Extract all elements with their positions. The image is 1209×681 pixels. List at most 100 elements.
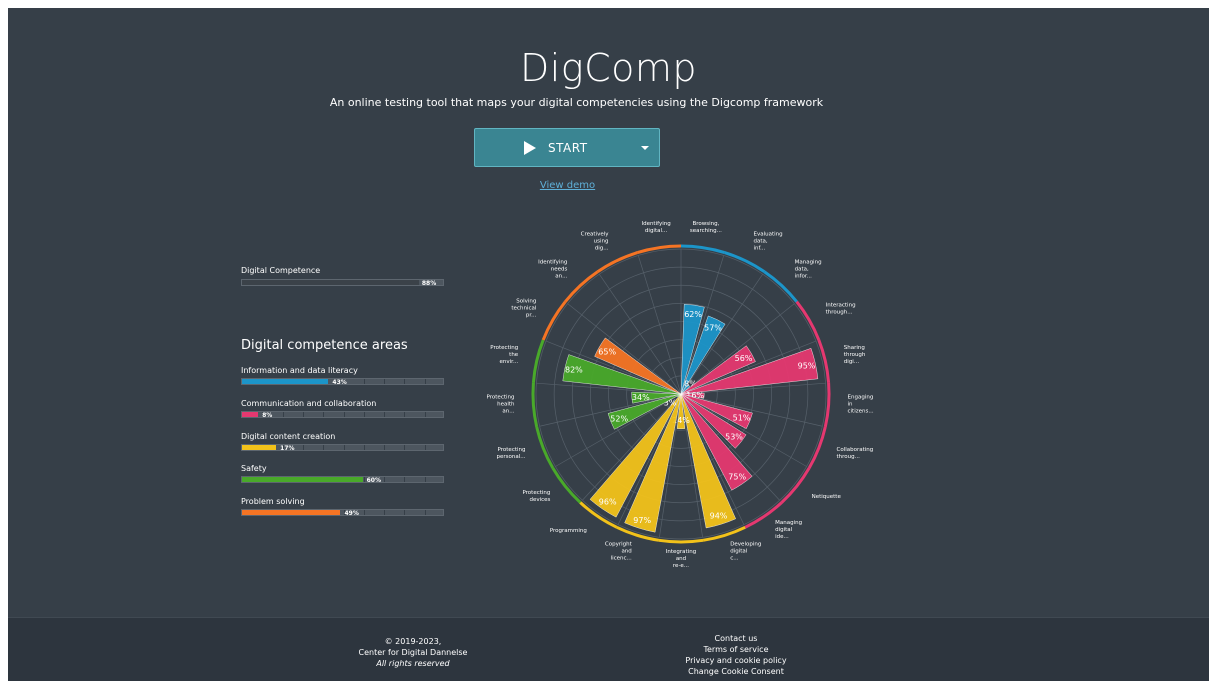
- bar-segment-divider: [384, 445, 386, 450]
- chart-category-label-line: through...: [826, 310, 853, 316]
- chart-category-label: Identifying digital...: [641, 221, 670, 234]
- chart-category-label: Sharing through digi...: [844, 345, 866, 365]
- chart-category-label-line: data,: [795, 267, 809, 273]
- chart-area-rim: [807, 426, 827, 469]
- footer: © 2019-2023, Center for Digital Dannelse…: [8, 617, 1209, 681]
- area-bar-value: 43%: [332, 379, 347, 386]
- copyright-text: © 2019-2023,: [384, 637, 442, 646]
- area-bar-value: 17%: [280, 445, 295, 452]
- bar-segment-divider: [424, 379, 426, 384]
- area-bar: 17%: [241, 444, 444, 452]
- chart-category-label-line: c...: [730, 556, 739, 562]
- chart-category-label-line: in: [848, 402, 854, 408]
- bar-segment-divider: [404, 379, 406, 384]
- bar-segment-divider: [323, 445, 325, 450]
- chart-category-label: Developing digital c...: [730, 542, 761, 562]
- organization-name: Center for Digital Dannelse: [358, 648, 468, 657]
- chart-category-label: Netiquette: [812, 494, 842, 500]
- chart-category-label-line: Collaborating: [837, 447, 874, 453]
- bar-segment-divider: [424, 477, 426, 482]
- chart-category-label: Browsing, searching...: [690, 221, 722, 234]
- chart-category-label-line: re-e...: [673, 563, 689, 569]
- chart-category-label: Creatively using dig...: [581, 232, 610, 252]
- chart-category-label-line: Sharing: [844, 345, 865, 351]
- page-title: DigComp: [519, 46, 698, 90]
- footer-links: Contact us Terms of service Privacy and …: [636, 633, 836, 677]
- chart-area-rim: [724, 251, 766, 273]
- bar-segment-divider: [343, 412, 345, 417]
- bar-segment-divider: [424, 510, 426, 515]
- area-bar-fill: [242, 412, 259, 417]
- chart-area-rim: [535, 426, 555, 469]
- chart-category-label: Protecting health an...: [487, 395, 515, 415]
- bar-segment-divider: [302, 445, 304, 450]
- chart-area-rim: [780, 467, 811, 504]
- chart-category-label-line: searching...: [690, 228, 722, 234]
- area-label: Digital content creation: [241, 432, 336, 441]
- bar-segment-divider: [384, 412, 386, 417]
- chart-category-label: Protecting the envir...: [490, 345, 519, 365]
- chart-category-label-line: digital: [730, 549, 748, 555]
- bar-segment-divider: [404, 477, 406, 482]
- chart-category-label: Solving technical pr...: [511, 299, 536, 319]
- chart-category-label-line: Interacting: [826, 303, 856, 309]
- chart-category-label-line: Integrating: [666, 549, 696, 555]
- start-label: START: [548, 141, 588, 155]
- chart-category-label: Collaborating throug...: [837, 447, 874, 460]
- bar-segment-divider: [424, 412, 426, 417]
- contact-link[interactable]: Contact us: [636, 633, 836, 644]
- area-label: Problem solving: [241, 497, 305, 506]
- chart-category-label-line: inf...: [754, 246, 766, 252]
- chart-area-rim: [541, 300, 567, 341]
- bar-segment-divider: [363, 379, 365, 384]
- chart-category-label: Managing data, infor...: [795, 260, 822, 280]
- bar-segment-divider: [323, 412, 325, 417]
- cookie-consent-link[interactable]: Change Cookie Consent: [636, 666, 836, 677]
- area-bar-value: 49%: [344, 510, 359, 517]
- chart-category-label-line: and: [676, 556, 686, 562]
- app-frame: DigComp An online testing tool that maps…: [8, 8, 1209, 681]
- areas-heading: Digital competence areas: [241, 338, 408, 353]
- page-subtitle: An online testing tool that maps your di…: [329, 96, 824, 109]
- area-bar-fill: [242, 445, 277, 450]
- area-label: Communication and collaboration: [241, 399, 377, 408]
- bar-segment-divider: [363, 477, 365, 482]
- bar-segment-divider: [404, 510, 406, 515]
- competence-polar-chart: 62%Browsing, searching...57%Evaluating dat…: [487, 221, 874, 569]
- chart-category-label-line: data,: [754, 239, 768, 245]
- area-bar-value: 8%: [262, 412, 273, 419]
- chart-value-label: 56%: [735, 354, 753, 363]
- chart-category-label-line: Managing: [795, 260, 822, 266]
- bar-segment-divider: [282, 412, 284, 417]
- start-button[interactable]: START: [474, 128, 660, 167]
- digital-competence-fill: [242, 280, 419, 285]
- area-label: Information and data literacy: [241, 366, 358, 375]
- chart-category-label-line: and: [621, 549, 631, 555]
- chart-category-label-line: Browsing,: [692, 221, 719, 227]
- chart-category-label-line: needs: [551, 267, 568, 273]
- view-demo-link[interactable]: View demo: [8, 180, 1127, 191]
- chart-category-label-line: Evaluating: [754, 232, 783, 238]
- privacy-link[interactable]: Privacy and cookie policy: [636, 655, 836, 666]
- chart-category-label: Programming: [550, 528, 587, 534]
- chart-category-label-line: citizens...: [848, 409, 874, 415]
- bar-segment-divider: [363, 510, 365, 515]
- chart-category-label-line: Programming: [550, 528, 587, 534]
- chart-area-rim: [596, 251, 638, 273]
- chart-category-label: Evaluating data, inf...: [754, 232, 783, 252]
- chart-area-rim: [795, 300, 821, 341]
- chart-category-label-line: technical: [511, 306, 536, 312]
- chart-category-label-line: ide...: [775, 534, 789, 540]
- copyright-block: © 2019-2023, Center for Digital Dannelse…: [313, 636, 513, 669]
- bar-segment-divider: [424, 445, 426, 450]
- terms-link[interactable]: Terms of service: [636, 644, 836, 655]
- chart-category-label-line: an...: [502, 409, 514, 415]
- chart-category-label-line: Solving: [516, 299, 536, 305]
- bar-segment-divider: [404, 412, 406, 417]
- chart-category-label-line: infor...: [795, 274, 813, 280]
- chart-value-label: 65%: [598, 347, 616, 356]
- chart-category-label-line: devices: [529, 497, 550, 503]
- area-bar: 60%: [241, 476, 444, 484]
- chart-value-label: 96%: [599, 498, 617, 507]
- chevron-down-icon[interactable]: [641, 146, 649, 150]
